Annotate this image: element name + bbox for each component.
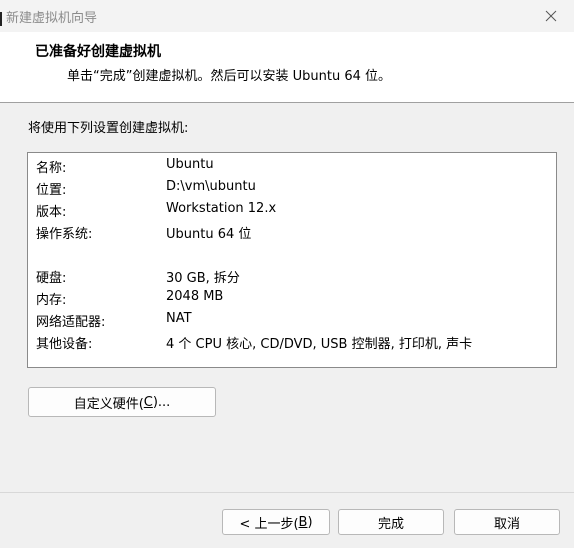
new-vm-wizard-window: 新建虚拟机向导 已准备好创建虚拟机 单击“完成”创建虚拟机。然后可以安装 Ubu… bbox=[0, 0, 574, 548]
summary-row-memory: 内存: 2048 MB bbox=[36, 289, 556, 309]
close-icon bbox=[545, 10, 557, 22]
settings-summary-box[interactable]: 名称: Ubuntu 位置: D:\vm\ubuntu 版本: Workstat… bbox=[27, 152, 557, 368]
summary-value: 30 GB, 拆分 bbox=[166, 271, 240, 286]
back-accesskey: B bbox=[298, 514, 308, 530]
summary-value: Ubuntu 64 位 bbox=[166, 227, 252, 242]
summary-row-os: 操作系统: Ubuntu 64 位 bbox=[36, 223, 556, 243]
customize-accesskey: C bbox=[143, 394, 153, 410]
wizard-header: 已准备好创建虚拟机 单击“完成”创建虚拟机。然后可以安装 Ubuntu 64 位… bbox=[0, 32, 574, 103]
finish-button[interactable]: 完成 bbox=[338, 509, 444, 535]
summary-value: 4 个 CPU 核心, CD/DVD, USB 控制器, 打印机, 声卡 bbox=[166, 337, 473, 352]
intro-text: 将使用下列设置创建虚拟机: bbox=[28, 121, 189, 136]
customize-label-suffix: )... bbox=[152, 394, 171, 410]
summary-row-disk: 硬盘: 30 GB, 拆分 bbox=[36, 267, 556, 287]
title-bar[interactable]: 新建虚拟机向导 bbox=[0, 0, 574, 32]
summary-key: 其他设备: bbox=[36, 337, 93, 352]
summary-value: 2048 MB bbox=[166, 289, 224, 304]
window-title: 新建虚拟机向导 bbox=[6, 11, 98, 26]
back-label-prefix: < 上一步( bbox=[239, 516, 299, 532]
header-subtitle: 单击“完成”创建虚拟机。然后可以安装 Ubuntu 64 位。 bbox=[67, 69, 391, 84]
header-title: 已准备好创建虚拟机 bbox=[35, 44, 161, 60]
cancel-button[interactable]: 取消 bbox=[454, 509, 560, 535]
summary-value: Ubuntu bbox=[166, 157, 214, 172]
summary-key: 网络适配器: bbox=[36, 315, 106, 330]
summary-row-name: 名称: Ubuntu bbox=[36, 157, 556, 177]
window-edge-fragment bbox=[0, 12, 2, 26]
summary-row-other-devices: 其他设备: 4 个 CPU 核心, CD/DVD, USB 控制器, 打印机, … bbox=[36, 333, 556, 353]
summary-row-network: 网络适配器: NAT bbox=[36, 311, 556, 331]
customize-label-prefix: 自定义硬件( bbox=[73, 396, 144, 412]
summary-key: 操作系统: bbox=[36, 227, 93, 242]
customize-hardware-button[interactable]: 自定义硬件(C)... bbox=[28, 387, 216, 417]
summary-key: 位置: bbox=[36, 183, 67, 198]
close-button[interactable] bbox=[538, 4, 564, 28]
summary-key: 名称: bbox=[36, 161, 67, 176]
back-label-suffix: ) bbox=[307, 514, 313, 530]
summary-key: 版本: bbox=[36, 205, 67, 220]
summary-key: 硬盘: bbox=[36, 271, 67, 286]
back-button[interactable]: < 上一步(B) bbox=[222, 509, 330, 535]
summary-row-location: 位置: D:\vm\ubuntu bbox=[36, 179, 556, 199]
summary-value: Workstation 12.x bbox=[166, 201, 277, 216]
summary-row-version: 版本: Workstation 12.x bbox=[36, 201, 556, 221]
footer-divider bbox=[0, 492, 574, 493]
summary-key: 内存: bbox=[36, 293, 67, 308]
summary-value: NAT bbox=[166, 311, 192, 326]
summary-value: D:\vm\ubuntu bbox=[166, 179, 256, 194]
